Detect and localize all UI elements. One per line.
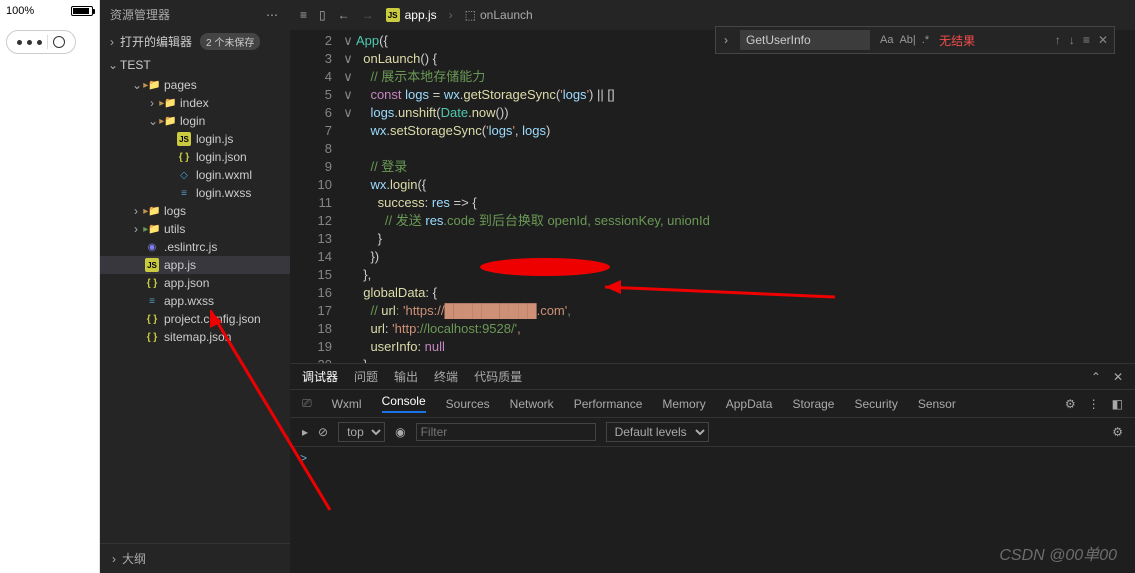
panel-tab-代码质量[interactable]: 代码质量: [474, 368, 522, 385]
js-icon: JS: [386, 8, 400, 22]
back-icon[interactable]: ←: [338, 8, 350, 22]
devtools-tabs: ⎚ Wxml Console Sources Network Performance Me…: [290, 390, 1135, 418]
panel-tab-问题[interactable]: 问题: [354, 368, 378, 385]
preview-pane: 100%: [0, 0, 100, 573]
json-icon: { }: [145, 330, 159, 344]
wxss-icon: ≡: [177, 186, 191, 200]
redaction-mark: [480, 258, 610, 276]
target-icon: [53, 36, 65, 48]
devtab-memory[interactable]: Memory: [662, 397, 705, 411]
collapse-icon[interactable]: ⌃: [1091, 370, 1101, 384]
unsaved-badge: 2 个未保存: [200, 33, 260, 50]
tree-item-pages[interactable]: ⌄▸📁pages: [100, 76, 290, 94]
clear-console-icon[interactable]: ⊘: [318, 425, 328, 439]
tree-item-app-json[interactable]: { }app.json: [100, 274, 290, 292]
capsule-button[interactable]: [6, 30, 76, 54]
open-editors-section[interactable]: › 打开的编辑器 2 个未保存: [100, 29, 290, 54]
tree-item--eslintrc-js[interactable]: ◉.eslintrc.js: [100, 238, 290, 256]
folder-icon: ▸📁: [145, 78, 159, 92]
explorer-title: 资源管理器: [110, 6, 170, 23]
forward-icon[interactable]: →: [362, 8, 374, 22]
close-panel-icon[interactable]: ✕: [1113, 370, 1123, 384]
log-levels-select[interactable]: Default levels: [606, 422, 709, 442]
json-icon: { }: [145, 276, 159, 290]
breadcrumb-symbol[interactable]: ⬚ onLaunch: [465, 8, 533, 22]
outline-section[interactable]: ›大纲: [100, 543, 290, 573]
match-case-icon[interactable]: Aa: [880, 34, 893, 46]
json-icon: { }: [145, 312, 159, 326]
console-output[interactable]: >: [290, 447, 1135, 573]
folder-icon: ▸📁: [161, 114, 175, 128]
devtab-sources[interactable]: Sources: [446, 397, 490, 411]
folder-icon: ▸📁: [145, 204, 159, 218]
battery-percent: 100%: [6, 5, 34, 17]
close-icon[interactable]: ✕: [1098, 33, 1108, 47]
js-icon: JS: [145, 258, 159, 272]
prev-match-icon[interactable]: ↑: [1055, 33, 1061, 47]
more-icon[interactable]: ⋯: [266, 8, 280, 22]
tree-item-login-json[interactable]: { }login.json: [100, 148, 290, 166]
find-in-selection-icon[interactable]: ≡: [1083, 33, 1090, 47]
panel-tab-调试器[interactable]: 调试器: [302, 368, 338, 385]
json-icon: { }: [177, 150, 191, 164]
file-tree: ⌄▸📁pages›▸📁index⌄▸📁loginJSlogin.js{ }log…: [100, 76, 290, 346]
tree-item-login-js[interactable]: JSlogin.js: [100, 130, 290, 148]
tree-item-logs[interactable]: ›▸📁logs: [100, 202, 290, 220]
context-select[interactable]: top: [338, 422, 385, 442]
project-root[interactable]: ⌄ TEST: [100, 54, 290, 76]
wxss-icon: ≡: [145, 294, 159, 308]
panel-tab-终端[interactable]: 终端: [434, 368, 458, 385]
console-settings-icon[interactable]: ⚙: [1112, 425, 1123, 439]
dock-icon[interactable]: ◧: [1112, 397, 1123, 411]
whole-word-icon[interactable]: Ab|: [899, 34, 915, 46]
devtab-storage[interactable]: Storage: [792, 397, 834, 411]
bottom-panel: 调试器问题输出终端代码质量 ⌃ ✕ ⎚ Wxml Console Sources Ne…: [290, 363, 1135, 573]
js-icon: JS: [177, 132, 191, 146]
settings-icon[interactable]: ⚙: [1065, 397, 1076, 411]
inspect-icon[interactable]: ⎚: [302, 396, 312, 411]
devtab-wxml[interactable]: Wxml: [332, 397, 362, 411]
tree-item-app-js[interactable]: JSapp.js: [100, 256, 290, 274]
tree-item-index[interactable]: ›▸📁index: [100, 94, 290, 112]
folder-icon: ▸📁: [145, 222, 159, 236]
tree-item-sitemap-json[interactable]: { }sitemap.json: [100, 328, 290, 346]
tree-item-utils[interactable]: ›▸📁utils: [100, 220, 290, 238]
filter-input[interactable]: [416, 423, 596, 441]
regex-icon[interactable]: .*: [922, 34, 929, 46]
tab-file[interactable]: JS app.js: [386, 8, 437, 22]
no-results-text: 无结果: [939, 32, 975, 49]
code-editor[interactable]: 23456789101112131415161718192021 ∨∨∨∨∨ A…: [290, 30, 1135, 363]
tree-item-login[interactable]: ⌄▸📁login: [100, 112, 290, 130]
explorer-sidebar: 资源管理器 ⋯ › 打开的编辑器 2 个未保存 ⌄ TEST ⌄▸📁pages›…: [100, 0, 290, 573]
wxml-icon: ◇: [177, 168, 191, 182]
cube-icon: ⬚: [465, 8, 476, 22]
toggle-sidebar-icon[interactable]: ▸: [302, 425, 308, 439]
devtab-network[interactable]: Network: [510, 397, 554, 411]
devtab-security[interactable]: Security: [854, 397, 897, 411]
next-match-icon[interactable]: ↓: [1069, 33, 1075, 47]
devtab-performance[interactable]: Performance: [574, 397, 643, 411]
tree-item-login-wxml[interactable]: ◇login.wxml: [100, 166, 290, 184]
tree-item-project-config-json[interactable]: { }project.config.json: [100, 310, 290, 328]
find-widget: › Aa Ab| .* 无结果 ↑ ↓ ≡ ✕: [715, 26, 1115, 54]
eslint-icon: ◉: [145, 240, 159, 254]
bookmark-icon[interactable]: ▯: [319, 8, 326, 22]
more-vert-icon[interactable]: ⋮: [1088, 397, 1100, 411]
expand-replace-icon[interactable]: ›: [722, 33, 730, 47]
console-prompt: >: [300, 451, 307, 465]
devtab-sensor[interactable]: Sensor: [918, 397, 956, 411]
panel-tabs: 调试器问题输出终端代码质量 ⌃ ✕: [290, 364, 1135, 390]
folder-icon: ▸📁: [161, 96, 175, 110]
battery-icon: [71, 6, 93, 16]
console-toolbar: ▸ ⊘ top ◉ Default levels ⚙: [290, 418, 1135, 447]
panel-tab-输出[interactable]: 输出: [394, 368, 418, 385]
live-expression-icon[interactable]: ◉: [395, 425, 405, 439]
tree-item-login-wxss[interactable]: ≡login.wxss: [100, 184, 290, 202]
devtab-appdata[interactable]: AppData: [726, 397, 773, 411]
devtab-console[interactable]: Console: [382, 394, 426, 413]
menu-icon[interactable]: ≡: [300, 8, 307, 22]
tree-item-app-wxss[interactable]: ≡app.wxss: [100, 292, 290, 310]
search-input[interactable]: [740, 30, 870, 50]
